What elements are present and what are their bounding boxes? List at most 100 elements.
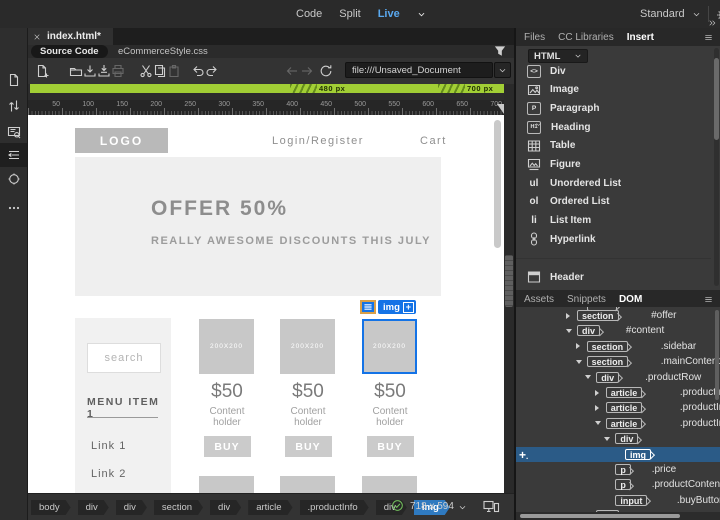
media-query-track[interactable]: 480 px 700 px: [30, 84, 505, 93]
mq-marker-480[interactable]: 480 px: [319, 84, 345, 93]
dom-row-section-offer[interactable]: section #offer: [516, 308, 720, 323]
collapse-panels-icon[interactable]: [708, 19, 716, 27]
page-nav-cart[interactable]: Cart: [420, 135, 447, 147]
dom-row-section-mainContent[interactable]: section .mainContent: [516, 354, 720, 369]
address-bar[interactable]: file:///Unsaved_Document: [345, 62, 493, 78]
tag-selector-item[interactable]: body: [31, 500, 71, 515]
element-display-add-button[interactable]: +: [402, 301, 414, 313]
product-image-placeholder[interactable]: 200X200: [280, 319, 335, 374]
buy-button[interactable]: BUY: [203, 436, 251, 457]
window-size-chevron-icon[interactable]: [458, 503, 467, 512]
page-logo[interactable]: LOGO: [75, 128, 168, 153]
product-image-placeholder[interactable]: 200X200: [199, 319, 254, 374]
add-element-button[interactable]: +.: [519, 448, 528, 462]
chevron-down-icon[interactable]: [594, 421, 601, 426]
workspace-switcher[interactable]: Standard: [640, 8, 685, 20]
panel-tab-assets[interactable]: Assets: [524, 294, 554, 305]
chevron-right-icon[interactable]: [594, 389, 599, 396]
view-mode-code[interactable]: Code: [296, 8, 322, 20]
dom-row-section-sidebar[interactable]: section .sidebar: [516, 339, 720, 354]
insert-item-paragraph[interactable]: P Paragraph: [516, 99, 711, 117]
insert-item-header[interactable]: Header: [516, 268, 711, 286]
tag-selector-item[interactable]: div: [116, 500, 147, 515]
dom-tag[interactable]: img: [625, 448, 652, 460]
panel-menu-icon[interactable]: [703, 295, 714, 304]
dom-vscrollbar-thumb[interactable]: [715, 310, 719, 400]
page-link-1[interactable]: Link 1: [91, 440, 126, 452]
insert-item-heading[interactable]: H1 Heading: [516, 118, 711, 136]
dom-row-p-productContent[interactable]: p .productContent: [516, 477, 720, 492]
window-size-display[interactable]: 718 x 594: [410, 501, 454, 512]
more-icon[interactable]: [0, 196, 27, 220]
tag-selector-item[interactable]: .productInfo: [300, 500, 369, 515]
insert-item-ordered-list[interactable]: ol Ordered List: [516, 193, 711, 211]
dom-row-img[interactable]: img +.: [516, 446, 720, 462]
dom-row-div-content[interactable]: div #content: [516, 323, 720, 338]
tag-selector-item[interactable]: article: [248, 500, 292, 515]
dom-tag[interactable]: div: [596, 371, 620, 383]
insert-category-dropdown[interactable]: HTML: [528, 49, 588, 63]
dom-tag[interactable]: section: [586, 356, 629, 368]
chevron-right-icon[interactable]: [566, 312, 570, 319]
chevron-down-icon[interactable]: [566, 328, 572, 333]
dom-tag[interactable]: article: [605, 417, 643, 429]
live-code-icon[interactable]: [0, 120, 27, 144]
dom-row-p-price[interactable]: p .price: [516, 462, 720, 477]
dom-tag[interactable]: section: [577, 310, 619, 321]
dom-tag[interactable]: p: [615, 464, 631, 475]
insert-item-hyperlink[interactable]: Hyperlink: [516, 230, 711, 248]
panel-tab-snippets[interactable]: Snippets: [567, 294, 606, 305]
view-mode-split[interactable]: Split: [339, 8, 360, 20]
panel-tab-dom[interactable]: DOM: [619, 294, 642, 305]
insert-item-list-item[interactable]: li List Item: [516, 212, 711, 230]
dom-tag[interactable]: div: [577, 325, 601, 337]
panel-tab-insert[interactable]: Insert: [627, 32, 654, 43]
refresh-icon[interactable]: [318, 63, 334, 79]
sync-settings-icon[interactable]: [716, 6, 720, 22]
element-display-menu-icon[interactable]: [360, 300, 376, 314]
dom-tag[interactable]: p: [615, 479, 631, 491]
document-tab[interactable]: index.html*: [28, 28, 113, 45]
file-transfer-icon[interactable]: [0, 94, 27, 118]
live-options-chevron-icon[interactable]: [417, 10, 426, 19]
dom-hscrollbar-thumb[interactable]: [520, 514, 680, 518]
panel-tab-files[interactable]: Files: [524, 32, 545, 43]
dom-row-article-productInfo[interactable]: article .productInfo: [516, 385, 720, 400]
filter-icon[interactable]: [492, 43, 508, 59]
insert-item-table[interactable]: Table: [516, 137, 711, 155]
related-file-source-code[interactable]: Source Code: [31, 45, 108, 58]
insert-item-image[interactable]: Image: [516, 81, 711, 99]
address-dropdown-chevron-icon[interactable]: [494, 62, 511, 78]
product-image-placeholder[interactable]: 200X200: [362, 319, 417, 374]
chevron-down-icon[interactable]: [575, 359, 582, 364]
inspect-icon[interactable]: [0, 167, 27, 191]
insert-item-figure[interactable]: Figure: [516, 156, 711, 174]
dom-tag[interactable]: article: [605, 402, 643, 414]
chevron-down-icon[interactable]: [692, 10, 701, 19]
chevron-down-icon[interactable]: [604, 436, 611, 441]
dom-row-article-productInfo[interactable]: article .productInfo: [516, 400, 720, 415]
chevron-right-icon[interactable]: [594, 404, 599, 411]
dom-row-div[interactable]: div: [516, 431, 720, 446]
insert-scrollbar[interactable]: [714, 48, 719, 286]
dom-row-input-buyButton[interactable]: input .buyButton: [516, 493, 720, 508]
dom-tag[interactable]: input: [615, 494, 648, 506]
related-file-css[interactable]: eCommerceStyle.css: [118, 46, 208, 57]
product-image-placeholder[interactable]: [199, 476, 254, 493]
page-nav-login[interactable]: Login/Register: [272, 135, 364, 147]
page-search-input[interactable]: search: [87, 343, 161, 373]
document-icon[interactable]: [0, 68, 27, 92]
mq-marker-700[interactable]: 700 px: [467, 84, 493, 93]
chevron-down-icon[interactable]: [585, 375, 592, 380]
chevron-right-icon[interactable]: [575, 343, 580, 350]
dom-tag[interactable]: section: [586, 340, 629, 352]
insert-item-unordered-list[interactable]: ul Unordered List: [516, 174, 711, 192]
insert-scrollbar-thumb[interactable]: [714, 58, 719, 140]
tag-selector-item[interactable]: div: [78, 500, 109, 515]
dom-row-article-productInfo[interactable]: article .productInfo: [516, 416, 720, 431]
product-image-placeholder[interactable]: [280, 476, 335, 493]
panel-menu-icon[interactable]: [703, 33, 714, 42]
buy-button[interactable]: BUY: [284, 436, 332, 457]
view-mode-live[interactable]: Live: [378, 8, 400, 20]
code-format-icon[interactable]: [0, 143, 27, 167]
